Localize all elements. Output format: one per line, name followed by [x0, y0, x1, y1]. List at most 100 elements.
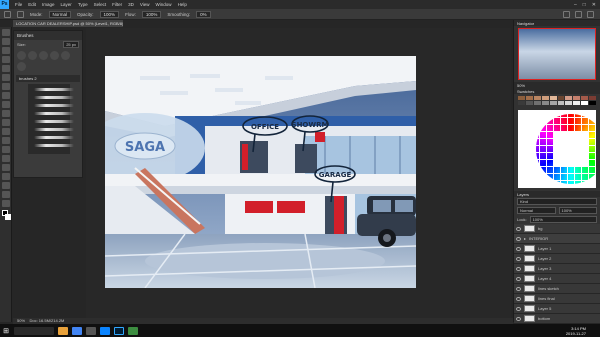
visibility-eye-icon[interactable] — [516, 266, 521, 271]
visibility-eye-icon[interactable] — [516, 316, 521, 321]
menu-help[interactable]: Help — [178, 2, 187, 7]
layer-row[interactable]: lines sketch — [514, 284, 600, 294]
history-brush-tool-icon[interactable] — [2, 110, 10, 117]
menu-select[interactable]: Select — [94, 2, 107, 7]
move-tool-icon[interactable] — [2, 29, 10, 36]
visibility-eye-icon[interactable] — [516, 306, 521, 311]
taskbar-app-icon[interactable] — [128, 326, 138, 335]
blend-mode-select[interactable]: Normal — [517, 207, 556, 214]
brush-preset[interactable] — [50, 51, 59, 60]
swatch[interactable] — [565, 101, 573, 105]
layer-row[interactable]: Layer 3 — [514, 264, 600, 274]
swatch[interactable] — [525, 96, 533, 100]
mode-select[interactable]: Normal — [48, 10, 72, 18]
brush-preset[interactable] — [61, 51, 70, 60]
flow-input[interactable]: 100% — [141, 10, 162, 18]
visibility-eye-icon[interactable] — [516, 276, 521, 281]
swatch[interactable] — [557, 101, 565, 105]
menu-file[interactable]: File — [15, 2, 22, 7]
brush-stroke-preview[interactable] — [34, 128, 74, 131]
menu-layer[interactable]: Layer — [61, 2, 72, 7]
share-icon[interactable] — [587, 10, 594, 18]
brush-stroke-preview[interactable] — [34, 136, 74, 139]
smoothing-input[interactable]: 0% — [196, 10, 211, 18]
brush-preset[interactable] — [17, 62, 26, 71]
layer-row[interactable]: lines final — [514, 294, 600, 304]
brush-stroke-preview[interactable] — [34, 120, 74, 123]
taskbar-search-icon[interactable] — [14, 326, 54, 335]
swatch[interactable] — [589, 96, 596, 100]
layer-fill-input[interactable]: 100% — [529, 216, 597, 223]
visibility-eye-icon[interactable] — [516, 246, 521, 251]
system-clock[interactable]: 3:14 PM 2019-11-27 — [566, 326, 586, 336]
swatch[interactable] — [557, 96, 565, 100]
visibility-eye-icon[interactable] — [516, 286, 521, 291]
swatch[interactable] — [525, 101, 533, 105]
layer-row[interactable]: bg — [514, 224, 600, 234]
menu-type[interactable]: Type — [78, 2, 88, 7]
opacity-input[interactable]: 100% — [99, 10, 120, 18]
zoom-level[interactable]: 50% — [17, 318, 25, 323]
photoshop-taskbar-icon[interactable] — [114, 326, 124, 335]
menu-window[interactable]: Window — [156, 2, 172, 7]
swatch[interactable] — [573, 101, 581, 105]
brush-preset[interactable] — [39, 51, 48, 60]
shape-tool-icon[interactable] — [2, 182, 10, 189]
brush-preset[interactable] — [17, 51, 26, 60]
swatch[interactable] — [518, 96, 525, 100]
brush-preset-picker-icon[interactable] — [17, 10, 24, 18]
hand-tool-icon[interactable] — [2, 191, 10, 198]
swatch[interactable] — [581, 96, 589, 100]
visibility-eye-icon[interactable] — [516, 296, 521, 301]
taskbar-app-icon[interactable] — [100, 326, 110, 335]
eraser-tool-icon[interactable] — [2, 119, 10, 126]
photoshop-logo[interactable]: Ps — [0, 0, 9, 9]
clone-stamp-tool-icon[interactable] — [2, 101, 10, 108]
artwork-canvas[interactable]: SAGA OFFICE SHOWRM GARAGE — [105, 56, 416, 288]
swatch[interactable] — [518, 101, 525, 105]
color-wheel-panel[interactable] — [518, 110, 596, 188]
file-explorer-icon[interactable] — [58, 326, 68, 335]
workspace-icon[interactable] — [575, 10, 582, 18]
swatch[interactable] — [581, 101, 589, 105]
layer-row[interactable]: bottom — [514, 314, 600, 324]
visibility-eye-icon[interactable] — [516, 236, 521, 241]
menu-filter[interactable]: Filter — [112, 2, 122, 7]
swatch[interactable] — [533, 101, 541, 105]
zoom-tool-icon[interactable] — [2, 200, 10, 207]
path-select-tool-icon[interactable] — [2, 173, 10, 180]
crop-tool-icon[interactable] — [2, 65, 10, 72]
windows-start-icon[interactable]: ⊞ — [0, 324, 12, 337]
marquee-tool-icon[interactable] — [2, 38, 10, 45]
navigator-title[interactable]: Navigator — [514, 20, 600, 26]
layer-row[interactable]: Layer 1 — [514, 244, 600, 254]
healing-tool-icon[interactable] — [2, 83, 10, 90]
background-color-swatch[interactable] — [5, 214, 11, 220]
brush-preset[interactable] — [28, 51, 37, 60]
brush-tool-icon[interactable] — [2, 92, 10, 99]
gradient-tool-icon[interactable] — [2, 128, 10, 135]
layer-opacity-input[interactable]: 100% — [558, 207, 597, 214]
layer-kind-filter[interactable]: Kind — [517, 198, 597, 205]
brush-stroke-preview[interactable] — [34, 112, 74, 115]
pen-tool-icon[interactable] — [2, 155, 10, 162]
eyedropper-tool-icon[interactable] — [2, 74, 10, 81]
swatch[interactable] — [589, 101, 596, 105]
taskbar-app-icon[interactable] — [86, 326, 96, 335]
brush-stroke-preview[interactable] — [34, 104, 74, 107]
maximize-button[interactable]: □ — [583, 2, 586, 8]
brush-stroke-preview[interactable] — [34, 88, 74, 91]
layer-row[interactable]: Layer 5 — [514, 304, 600, 314]
visibility-eye-icon[interactable] — [516, 226, 521, 231]
quick-select-tool-icon[interactable] — [2, 56, 10, 63]
dodge-tool-icon[interactable] — [2, 146, 10, 153]
swatch[interactable] — [565, 96, 573, 100]
lasso-tool-icon[interactable] — [2, 47, 10, 54]
brush-size-input[interactable]: 25 px — [63, 41, 79, 48]
layer-row[interactable]: Layer 4 — [514, 274, 600, 284]
menu-view[interactable]: View — [140, 2, 150, 7]
document-tab[interactable]: LOCATION CAR DEALERSHIP.psd @ 50% (Level… — [13, 20, 123, 27]
brush-tool-icon[interactable] — [4, 10, 11, 18]
search-icon[interactable] — [563, 10, 570, 18]
brush-stroke-preview[interactable] — [34, 96, 74, 99]
